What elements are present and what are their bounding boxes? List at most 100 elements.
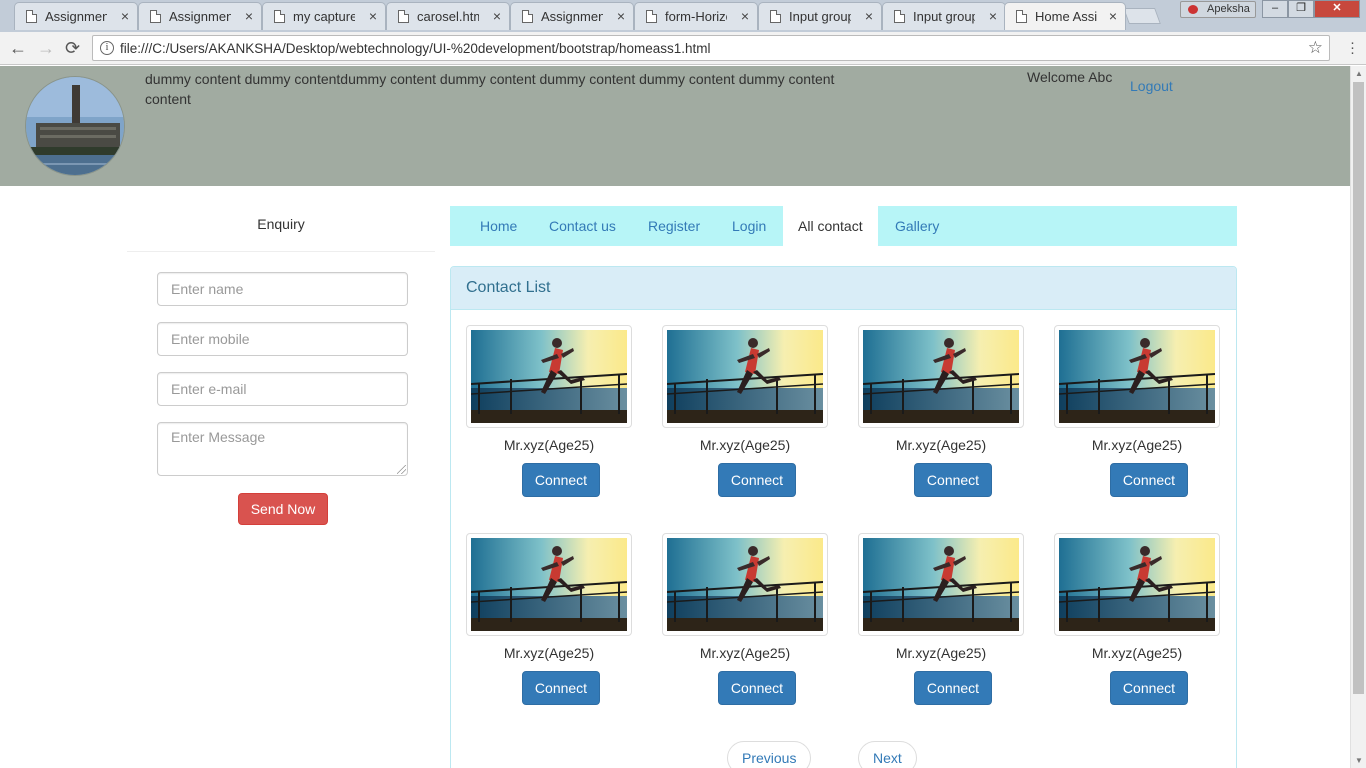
contact-name: Mr.xyz(Age25)	[895, 645, 987, 661]
contact-thumbnail	[1054, 325, 1220, 428]
close-tab-icon[interactable]: ×	[121, 8, 129, 24]
close-tab-icon[interactable]: ×	[989, 8, 997, 24]
next-button[interactable]: Next	[858, 741, 917, 768]
page-icon	[398, 10, 409, 23]
connect-button[interactable]: Connect	[914, 463, 992, 497]
contact-name: Mr.xyz(Age25)	[1091, 645, 1183, 661]
send-now-button[interactable]: Send Now	[238, 493, 328, 525]
browser-tab-label: form-Horizo	[665, 9, 727, 24]
page-icon	[274, 10, 285, 23]
close-tab-icon[interactable]: ×	[1109, 8, 1117, 24]
profile-name: Apeksha	[1207, 3, 1250, 15]
browser-tab-label: Assignment	[541, 9, 603, 24]
contact-thumbnail	[662, 533, 828, 636]
reload-icon[interactable]: ⟳	[65, 38, 80, 58]
enquiry-title: Enquiry	[257, 216, 305, 232]
contact-thumbnail	[858, 533, 1024, 636]
close-tab-icon[interactable]: ×	[865, 8, 873, 24]
browser-tab[interactable]: Assignment ×	[138, 2, 262, 30]
contact-name: Mr.xyz(Age25)	[895, 437, 987, 453]
vertical-scrollbar[interactable]: ▲ ▼	[1350, 66, 1366, 768]
runner-photo-icon	[471, 538, 627, 631]
nav-login[interactable]: Login	[717, 206, 781, 246]
browser-tab[interactable]: Assignment ×	[14, 2, 138, 30]
forward-icon[interactable]: →	[37, 38, 55, 58]
runner-photo-icon	[471, 330, 627, 423]
nav-home[interactable]: Home	[465, 206, 532, 246]
panel-heading: Contact List	[451, 267, 1236, 310]
url-text: file:///C:/Users/AKANKSHA/Desktop/webtec…	[120, 41, 711, 56]
connect-button[interactable]: Connect	[522, 463, 600, 497]
scrollbar-thumb[interactable]	[1353, 82, 1364, 694]
browser-tab[interactable]: Input group ×	[758, 2, 882, 30]
browser-tab-strip: Assignment × Assignment × my capture × c…	[0, 0, 1366, 32]
back-icon[interactable]: ←	[9, 38, 27, 58]
close-window-button[interactable]: ✕	[1314, 0, 1360, 18]
main-navbar: Home Contact us Register Login All conta…	[450, 206, 1237, 246]
browser-tab[interactable]: carosel.html ×	[386, 2, 510, 30]
close-tab-icon[interactable]: ×	[369, 8, 377, 24]
runner-photo-icon	[863, 330, 1019, 423]
connect-button[interactable]: Connect	[718, 463, 796, 497]
site-header: dummy content dummy contentdummy content…	[0, 66, 1350, 186]
contact-name: Mr.xyz(Age25)	[1091, 437, 1183, 453]
browser-menu-icon[interactable]: · · ·	[1350, 35, 1355, 60]
contact-name: Mr.xyz(Age25)	[699, 437, 791, 453]
mobile-input[interactable]	[157, 322, 408, 356]
building-photo-icon	[26, 77, 124, 175]
welcome-text: Welcome Abc	[1027, 69, 1113, 85]
page-icon	[522, 10, 533, 23]
page-icon	[646, 10, 657, 23]
minimize-button[interactable]: –	[1262, 0, 1288, 18]
contact-thumbnail	[466, 325, 632, 428]
browser-tab[interactable]: form-Horizo ×	[634, 2, 758, 30]
connect-button[interactable]: Connect	[914, 671, 992, 705]
restore-button[interactable]: ❐	[1288, 0, 1314, 18]
address-bar-row: ← → ⟳ i file:///C:/Users/AKANKSHA/Deskto…	[0, 32, 1366, 65]
connect-button[interactable]: Connect	[522, 671, 600, 705]
close-tab-icon[interactable]: ×	[617, 8, 625, 24]
contact-thumbnail	[662, 325, 828, 428]
page-icon	[26, 10, 37, 23]
page-icon	[150, 10, 161, 23]
url-input[interactable]: i file:///C:/Users/AKANKSHA/Desktop/webt…	[92, 35, 1330, 61]
nav-gallery[interactable]: Gallery	[880, 206, 954, 246]
connect-button[interactable]: Connect	[718, 671, 796, 705]
contact-thumbnail	[1054, 533, 1220, 636]
info-icon[interactable]: i	[100, 41, 114, 55]
nav-register[interactable]: Register	[633, 206, 715, 246]
scroll-up-icon[interactable]: ▲	[1355, 69, 1363, 78]
browser-tab[interactable]: my capture ×	[262, 2, 386, 30]
message-textarea[interactable]	[157, 422, 408, 476]
connect-button[interactable]: Connect	[1110, 671, 1188, 705]
contact-name: Mr.xyz(Age25)	[503, 437, 595, 453]
page-icon	[1016, 10, 1027, 23]
email-input[interactable]	[157, 372, 408, 406]
browser-tab-label: Assignment	[45, 9, 107, 24]
close-tab-icon[interactable]: ×	[493, 8, 501, 24]
scroll-down-icon[interactable]: ▼	[1355, 756, 1363, 765]
contact-name: Mr.xyz(Age25)	[503, 645, 595, 661]
browser-tab-active[interactable]: Home Assig ×	[1004, 2, 1126, 30]
bookmark-star-icon[interactable]: ☆	[1308, 38, 1323, 58]
runner-photo-icon	[667, 538, 823, 631]
profile-button[interactable]: Apeksha	[1180, 1, 1256, 18]
browser-tab[interactable]: Input group ×	[882, 2, 1006, 30]
avatar	[25, 76, 125, 176]
nav-contact-us[interactable]: Contact us	[534, 206, 631, 246]
nav-all-contact[interactable]: All contact	[783, 206, 878, 246]
new-tab-button[interactable]	[1123, 8, 1161, 24]
close-tab-icon[interactable]: ×	[741, 8, 749, 24]
page-icon	[770, 10, 781, 23]
name-input[interactable]	[157, 272, 408, 306]
contact-name: Mr.xyz(Age25)	[699, 645, 791, 661]
browser-tab-label: Input group	[789, 9, 851, 24]
close-tab-icon[interactable]: ×	[245, 8, 253, 24]
connect-button[interactable]: Connect	[1110, 463, 1188, 497]
previous-button[interactable]: Previous	[727, 741, 812, 768]
browser-tab[interactable]: Assignment ×	[510, 2, 634, 30]
browser-tab-label: my capture	[293, 9, 355, 24]
logout-link[interactable]: Logout	[1130, 78, 1173, 94]
runner-photo-icon	[1059, 538, 1215, 631]
resize-handle-icon[interactable]	[397, 465, 406, 474]
